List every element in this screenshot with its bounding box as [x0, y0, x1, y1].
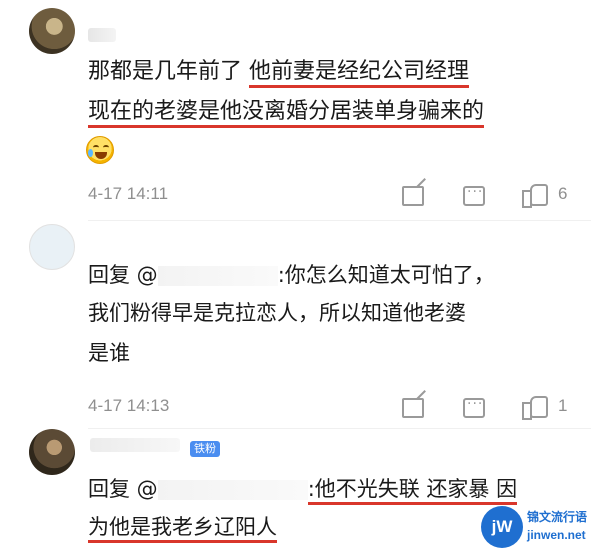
- commenter-avatar[interactable]: [29, 429, 75, 475]
- share-edit-icon[interactable]: [402, 186, 424, 206]
- username-blurred[interactable]: [90, 438, 180, 452]
- mention-username-masked[interactable]: [157, 480, 308, 500]
- reply-text-highlight: :他不光失联 还家暴 因: [307, 477, 518, 505]
- watermark-logo-icon: jW: [481, 506, 523, 548]
- comment-text-line: 现在的老婆是他没离婚分居装单身骗来的: [88, 94, 485, 130]
- reply-text-line: 是谁: [88, 341, 130, 365]
- watermark-name: 锦文流行语: [527, 510, 588, 524]
- commenter-avatar[interactable]: [29, 8, 75, 54]
- share-edit-icon[interactable]: [402, 398, 424, 418]
- like-count: 6: [558, 184, 568, 203]
- like-thumb-icon[interactable]: [522, 182, 548, 208]
- comment-text-highlight: 他前妻是经纪公司经理: [249, 59, 470, 88]
- fan-badge: 铁粉: [190, 441, 220, 457]
- reply-text: 回复 @ :他不光失联 还家暴 因: [88, 472, 518, 506]
- reply-text-highlight: 为他是我老乡辽阳人: [88, 515, 277, 543]
- comment-text-highlight: 现在的老婆是他没离婚分居装单身骗来的: [88, 99, 485, 128]
- reply-comment-icon[interactable]: [463, 184, 485, 206]
- mention-username-masked[interactable]: [157, 266, 278, 286]
- reply-text: 回复 @ :你怎么知道太可怕了，: [88, 258, 495, 292]
- laugh-cry-emoji-icon: [86, 136, 114, 164]
- watermark-site: jinwen.net: [527, 528, 586, 542]
- site-watermark: jW 锦文流行语 jinwen.net: [481, 504, 587, 550]
- reply-text-line: 我们粉得早是克拉恋人，所以知道他老婆: [88, 301, 466, 325]
- username-blurred[interactable]: [88, 28, 116, 42]
- divider: [88, 428, 591, 429]
- reply-prefix: 回复 @: [88, 263, 158, 287]
- reply-text-body: :你怎么知道太可怕了，: [277, 263, 495, 287]
- comment-timestamp: 4-17 14:13: [88, 396, 170, 415]
- divider: [88, 220, 591, 221]
- reply-comment-icon[interactable]: [463, 396, 485, 418]
- like-count: 1: [558, 396, 568, 415]
- comment-text-plain: 那都是几年前了: [88, 59, 249, 84]
- comment-timestamp: 4-17 14:11: [88, 184, 169, 203]
- like-thumb-icon[interactable]: [522, 394, 548, 420]
- reply-text-line: 为他是我老乡辽阳人: [88, 510, 277, 544]
- comment-text: 那都是几年前了 他前妻是经纪公司经理: [88, 54, 470, 90]
- commenter-avatar[interactable]: [29, 224, 75, 270]
- reply-prefix: 回复 @: [88, 477, 158, 501]
